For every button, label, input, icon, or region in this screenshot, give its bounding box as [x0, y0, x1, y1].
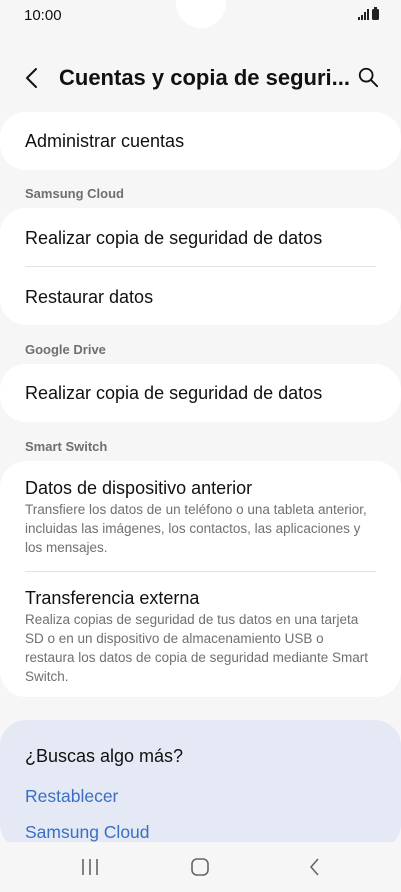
- signal-icon: [358, 9, 369, 20]
- status-bar: 10:00: [0, 0, 401, 32]
- suggestion-link-samsung-cloud[interactable]: Samsung Cloud: [25, 822, 150, 843]
- battery-icon: [372, 7, 379, 20]
- camera-notch: [176, 0, 226, 28]
- app-header: Cuentas y copia de seguri...: [0, 56, 401, 100]
- status-icons: [358, 7, 379, 20]
- section-label-samsung-cloud: Samsung Cloud: [25, 186, 124, 201]
- home-icon[interactable]: [190, 857, 210, 877]
- search-icon[interactable]: [357, 66, 379, 88]
- nav-back-icon[interactable]: [305, 857, 325, 877]
- section-label-smart-switch: Smart Switch: [25, 439, 108, 454]
- suggestion-link-reset[interactable]: Restablecer: [25, 786, 118, 807]
- recent-apps-icon[interactable]: [80, 858, 100, 876]
- old-device-item-desc: Transfiere los datos de un teléfono o un…: [25, 502, 367, 555]
- system-nav-bar: [0, 842, 401, 892]
- page-title: Cuentas y copia de seguri...: [59, 65, 349, 90]
- divider: [25, 266, 376, 267]
- divider: [25, 571, 376, 572]
- samsung-cloud-backup-item[interactable]: Realizar copia de seguridad de datos: [25, 228, 322, 249]
- external-transfer-item-desc: Realiza copias de seguridad de tus datos…: [25, 612, 368, 684]
- external-transfer-item-title[interactable]: Transferencia externa: [25, 588, 199, 609]
- chevron-left-icon[interactable]: [20, 66, 44, 90]
- section-label-google-drive: Google Drive: [25, 342, 106, 357]
- google-drive-backup-item[interactable]: Realizar copia de seguridad de datos: [25, 383, 322, 404]
- old-device-item-title[interactable]: Datos de dispositivo anterior: [25, 478, 252, 499]
- manage-accounts-item[interactable]: Administrar cuentas: [25, 131, 184, 152]
- status-time: 10:00: [24, 7, 62, 24]
- samsung-cloud-restore-item[interactable]: Restaurar datos: [25, 287, 153, 308]
- suggestions-title: ¿Buscas algo más?: [25, 746, 184, 766]
